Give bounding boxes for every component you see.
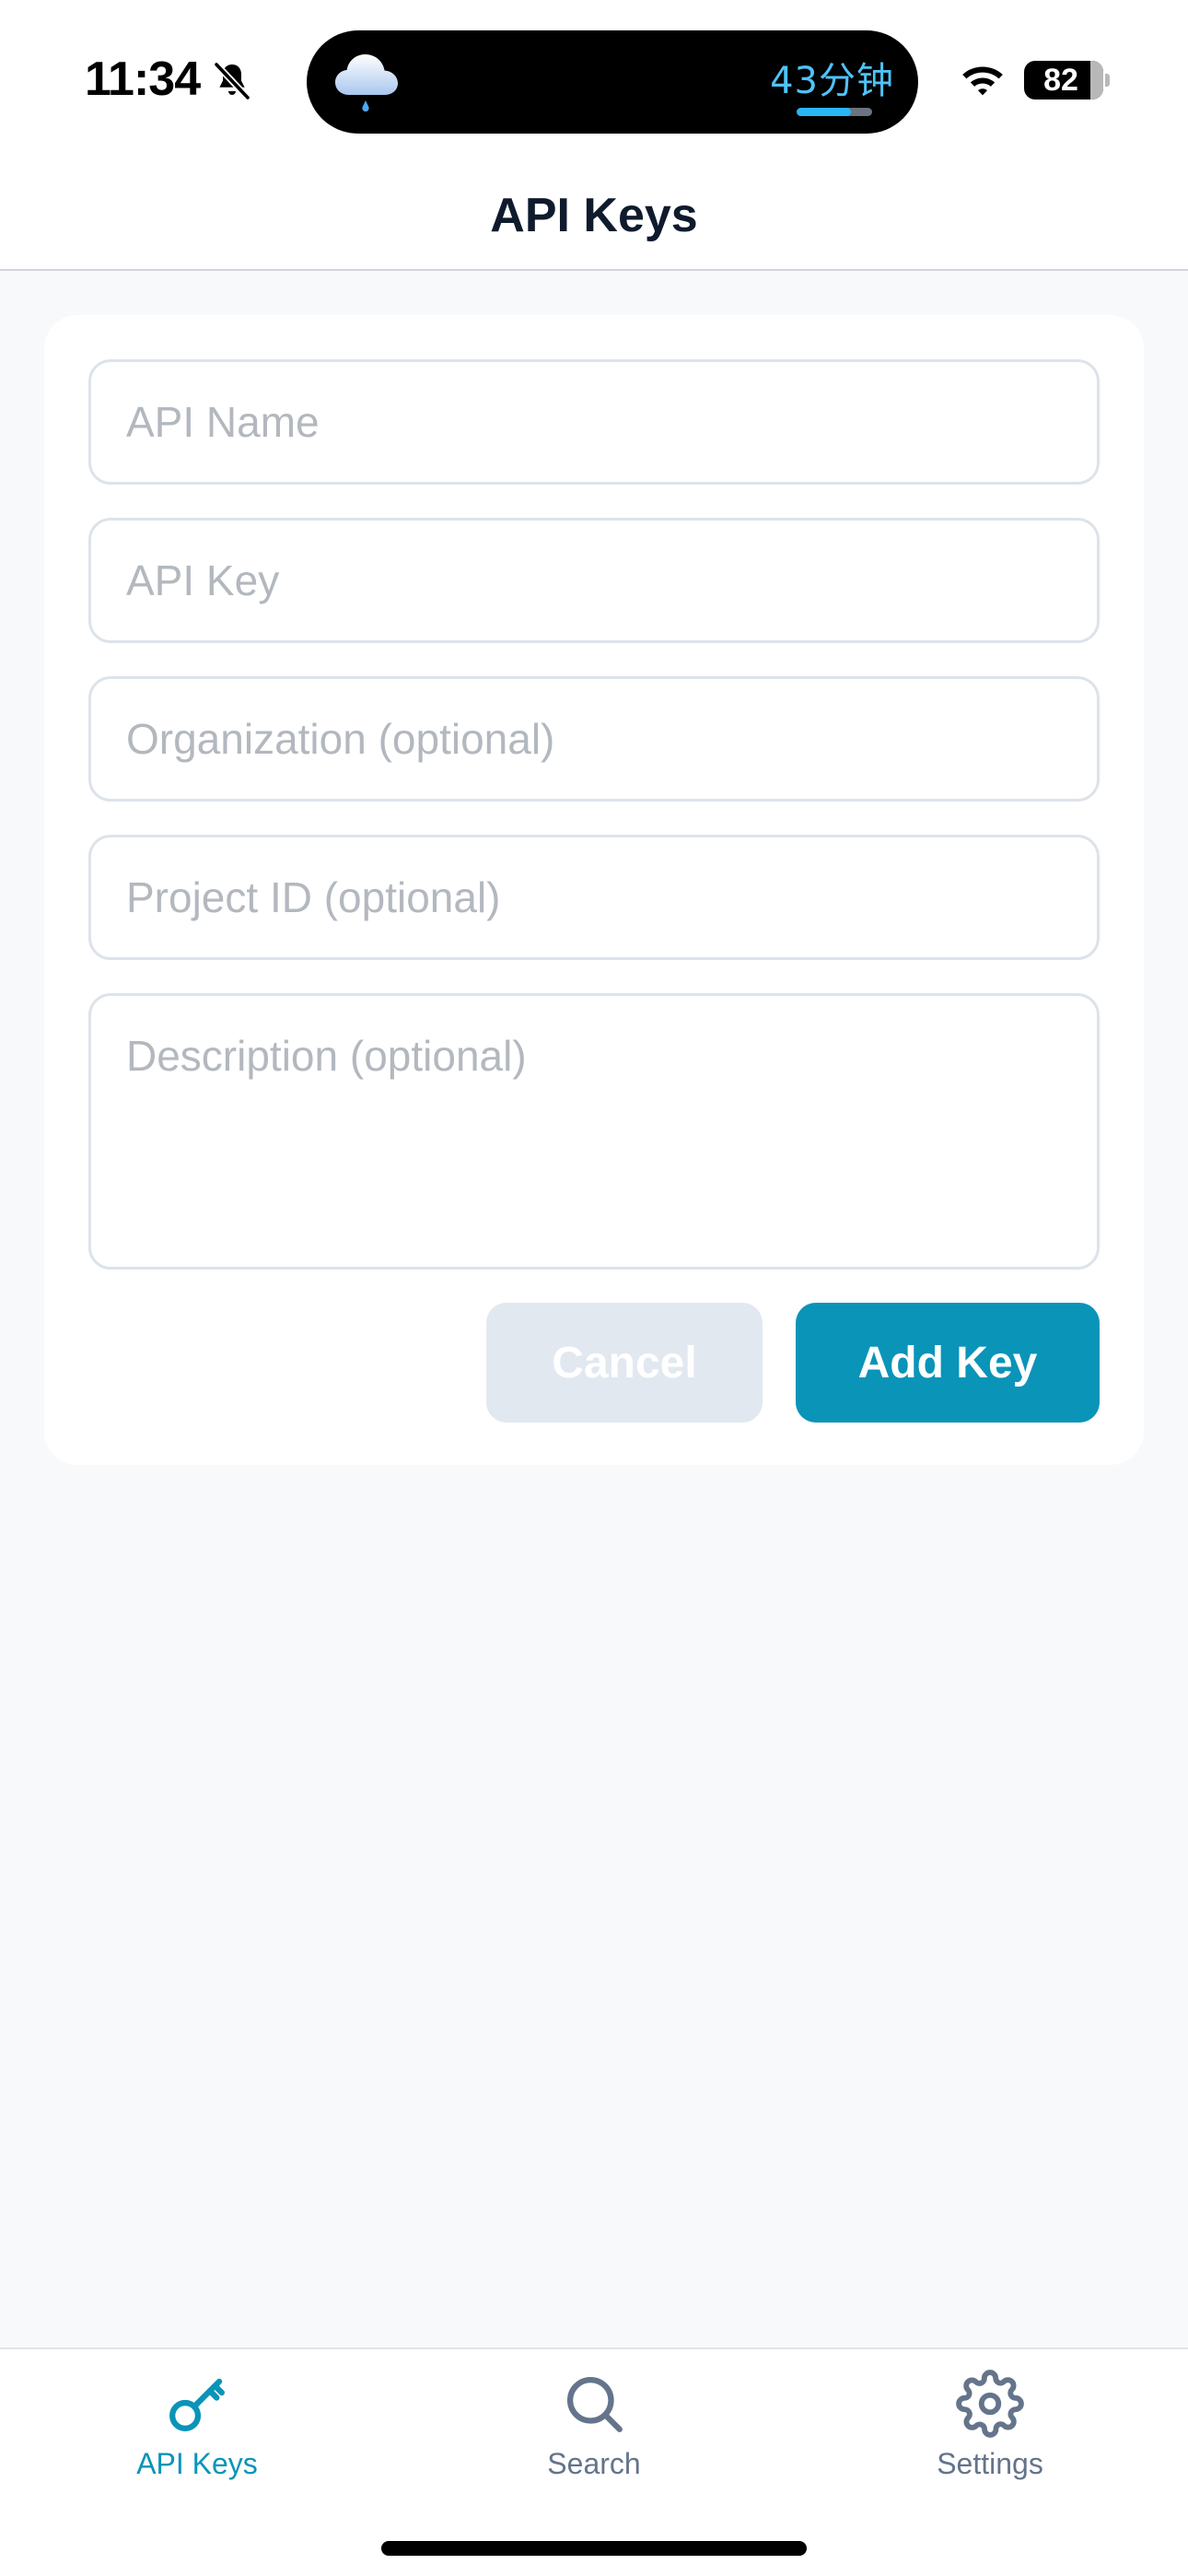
tab-label-settings: Settings xyxy=(937,2447,1043,2480)
search-icon xyxy=(566,2376,623,2432)
island-progress-fill xyxy=(797,108,852,116)
add-key-button[interactable]: Add Key xyxy=(796,1303,1100,1423)
status-bar: 11:34 43分钟 82 xyxy=(0,0,1188,157)
api-name-input[interactable] xyxy=(88,359,1100,485)
gear-icon xyxy=(956,2370,1024,2438)
tab-api-keys[interactable]: API Keys xyxy=(59,2370,335,2508)
status-time: 11:34 xyxy=(85,53,201,106)
nav-header: API Keys xyxy=(0,157,1188,271)
api-key-input[interactable] xyxy=(88,518,1100,643)
battery-cap xyxy=(1105,74,1110,87)
tab-label-search: Search xyxy=(547,2447,641,2480)
wifi-icon xyxy=(962,66,1003,96)
description-textarea[interactable] xyxy=(88,993,1100,1270)
island-progress-bar xyxy=(797,108,872,116)
battery-level: 82 xyxy=(1043,63,1078,98)
key-icon xyxy=(169,2378,225,2431)
tab-label-api-keys: API Keys xyxy=(136,2447,258,2480)
organization-input[interactable] xyxy=(88,676,1100,802)
rain-cloud-icon xyxy=(335,54,398,112)
island-timer-text: 43分钟 xyxy=(770,60,894,102)
tab-search[interactable]: Search xyxy=(456,2370,732,2508)
dynamic-island[interactable]: 43分钟 xyxy=(307,30,918,134)
cancel-button[interactable]: Cancel xyxy=(486,1303,763,1423)
home-indicator[interactable] xyxy=(381,2541,807,2556)
page-title: API Keys xyxy=(490,189,698,242)
project-id-input[interactable] xyxy=(88,835,1100,960)
tab-settings[interactable]: Settings xyxy=(852,2370,1128,2508)
bell-slash-icon xyxy=(213,61,251,101)
battery-indicator: 82 xyxy=(1024,61,1103,100)
add-key-form-card: Cancel Add Key xyxy=(44,315,1144,1465)
